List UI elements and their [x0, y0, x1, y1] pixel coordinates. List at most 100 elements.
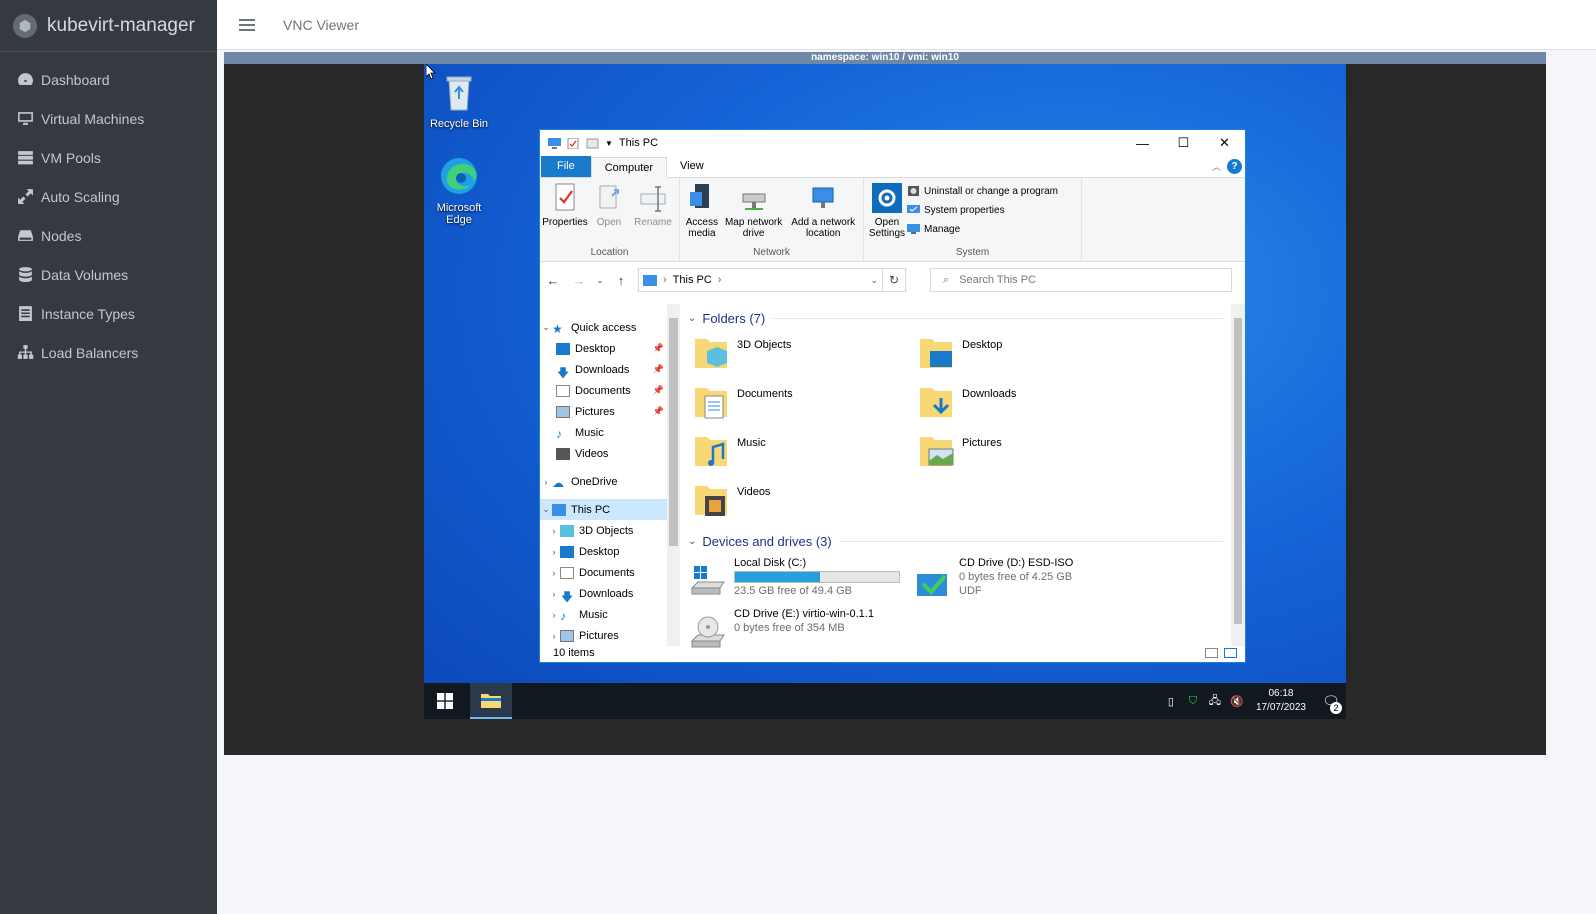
- new-folder-qat-icon[interactable]: [586, 138, 599, 149]
- sidebar-item-data-volumes[interactable]: Data Volumes: [0, 255, 217, 294]
- usb-icon[interactable]: ▯: [1164, 694, 1178, 708]
- sidebar-item-dashboard[interactable]: Dashboard: [0, 60, 217, 99]
- volume-muted-icon[interactable]: 🔇: [1230, 694, 1244, 708]
- main-pane-scrollbar[interactable]: [1231, 304, 1245, 646]
- collapsed-chevron-icon[interactable]: ›: [548, 631, 560, 641]
- nav-pc-desktop[interactable]: › Desktop: [540, 541, 680, 562]
- nav-onedrive[interactable]: › ☁ OneDrive: [540, 471, 680, 492]
- minimize-button[interactable]: —: [1122, 130, 1163, 156]
- collapsed-chevron-icon[interactable]: ›: [548, 610, 560, 620]
- folder-music[interactable]: Music: [688, 431, 913, 473]
- sidebar-item-vm-pools[interactable]: VM Pools: [0, 138, 217, 177]
- windows-desktop[interactable]: Recycle Bin Microsoft Edge ▼ This PC — ☐…: [424, 64, 1346, 719]
- collapsed-chevron-icon[interactable]: ›: [548, 568, 560, 578]
- brand[interactable]: kubevirt-manager: [0, 0, 217, 52]
- network-icon[interactable]: 🖧: [1208, 694, 1222, 708]
- properties-qat-icon[interactable]: [567, 137, 580, 149]
- manage-button[interactable]: Manage: [907, 222, 1058, 236]
- explorer-titlebar[interactable]: ▼ This PC — ☐ ✕: [540, 130, 1245, 156]
- vnc-viewer[interactable]: namespace: win10 / vmi: win10 Recycle Bi…: [224, 52, 1546, 755]
- forward-arrow-icon[interactable]: →: [570, 273, 588, 288]
- close-button[interactable]: ✕: [1204, 130, 1245, 156]
- desktop-folder-icon: [560, 545, 574, 558]
- nav-quick-videos[interactable]: Videos: [540, 443, 680, 464]
- tab-computer[interactable]: Computer: [590, 157, 668, 178]
- start-button[interactable]: [424, 683, 466, 719]
- sidebar-item-instance-types[interactable]: Instance Types: [0, 294, 217, 333]
- section-chevron-icon[interactable]: ⌄: [688, 536, 696, 547]
- taskbar-file-explorer[interactable]: [470, 683, 512, 719]
- recycle-bin-desktop-icon[interactable]: Recycle Bin: [424, 72, 494, 130]
- help-icon[interactable]: ?: [1227, 159, 1242, 174]
- maximize-button[interactable]: ☐: [1163, 130, 1204, 156]
- nav-quick-access[interactable]: ⌄ ★ Quick access: [540, 317, 680, 338]
- windows-logo-icon: [437, 693, 453, 709]
- expanded-chevron-icon[interactable]: ⌄: [540, 504, 552, 515]
- folders-section-header[interactable]: ⌄ Folders (7): [688, 307, 1245, 329]
- nav-quick-desktop[interactable]: Desktop 📌: [540, 338, 680, 359]
- nav-pane-scrollbar[interactable]: [667, 304, 680, 646]
- collapsed-chevron-icon[interactable]: ›: [548, 526, 560, 536]
- nav-this-pc[interactable]: ⌄ This PC: [540, 499, 680, 520]
- up-arrow-icon[interactable]: ↑: [612, 273, 630, 288]
- sidebar: kubevirt-manager Dashboard Virtual Machi…: [0, 0, 217, 914]
- sidebar-item-load-balancers[interactable]: Load Balancers: [0, 333, 217, 372]
- desktop-icon-label: Recycle Bin: [429, 118, 489, 130]
- downloads-folder-icon: [920, 388, 952, 417]
- expanded-chevron-icon[interactable]: ⌄: [540, 322, 552, 333]
- sidebar-item-label: Nodes: [41, 227, 82, 244]
- nav-pc-downloads[interactable]: › 🡇 Downloads: [540, 583, 680, 604]
- sidebar-item-auto-scaling[interactable]: Auto Scaling: [0, 177, 217, 216]
- vnc-status-bar: namespace: win10 / vmi: win10: [224, 52, 1546, 64]
- nav-quick-pictures[interactable]: Pictures 📌: [540, 401, 680, 422]
- nav-quick-documents[interactable]: Documents 📌: [540, 380, 680, 401]
- collapsed-chevron-icon[interactable]: ›: [548, 589, 560, 599]
- taskbar-clock[interactable]: 06:18 17/07/2023: [1256, 687, 1306, 715]
- nav-pc-documents[interactable]: › Documents: [540, 562, 680, 583]
- nav-pc-3d-objects[interactable]: › 3D Objects: [540, 520, 680, 541]
- tab-view[interactable]: View: [667, 156, 717, 177]
- collapsed-chevron-icon[interactable]: ›: [548, 547, 560, 557]
- ribbon-tabs: File Computer View ︿ ?: [540, 156, 1245, 178]
- address-dropdown-icon[interactable]: ⌄: [870, 275, 878, 286]
- nav-pc-music[interactable]: › ♪ Music: [540, 604, 680, 625]
- recent-locations-icon[interactable]: ⌄: [596, 276, 604, 285]
- search-input[interactable]: ⌕ Search This PC: [930, 268, 1232, 292]
- folder-documents[interactable]: Documents: [688, 382, 913, 424]
- main-pane[interactable]: ⌄ Folders (7) 3D Objects Desktop Documen…: [680, 304, 1245, 648]
- nav-quick-downloads[interactable]: 🡇 Downloads 📌: [540, 359, 680, 380]
- address-field[interactable]: › This PC › ⌄: [638, 268, 883, 292]
- folder-3d-objects[interactable]: 3D Objects: [688, 333, 913, 375]
- drive-d[interactable]: CD Drive (D:) ESD-ISO 0 bytes free of 4.…: [913, 556, 1138, 604]
- folder-videos[interactable]: Videos: [688, 480, 913, 522]
- large-icons-view-icon[interactable]: [1224, 647, 1237, 658]
- manage-icon: [907, 224, 920, 234]
- refresh-button[interactable]: ↻: [882, 268, 906, 292]
- navigation-pane[interactable]: ⌄ ★ Quick access Desktop 📌 🡇 Downloads 📌 Docu…: [540, 304, 680, 646]
- notifications-button[interactable]: 🗨 2: [1316, 693, 1346, 714]
- details-view-icon[interactable]: [1205, 647, 1218, 658]
- uninstall-program-button[interactable]: Uninstall or change a program: [907, 184, 1058, 198]
- file-explorer-window[interactable]: ▼ This PC — ☐ ✕ File Computer View ︿ ? P…: [539, 129, 1246, 663]
- sidebar-item-nodes[interactable]: Nodes: [0, 216, 217, 255]
- sidebar-item-virtual-machines[interactable]: Virtual Machines: [0, 99, 217, 138]
- back-arrow-icon[interactable]: ←: [544, 273, 562, 288]
- qat-dropdown-icon[interactable]: ▼: [605, 139, 613, 148]
- edge-desktop-icon[interactable]: Microsoft Edge: [424, 156, 494, 226]
- section-chevron-icon[interactable]: ⌄: [688, 313, 696, 324]
- page-title: VNC Viewer: [283, 16, 359, 33]
- collapsed-chevron-icon[interactable]: ›: [540, 477, 552, 487]
- menu-toggle-icon[interactable]: [239, 16, 255, 34]
- drive-c[interactable]: Local Disk (C:) 23.5 GB free of 49.4 GB: [688, 556, 913, 604]
- security-shield-icon[interactable]: ⛉: [1186, 694, 1200, 708]
- collapse-ribbon-icon[interactable]: ︿: [1212, 160, 1221, 173]
- folder-pictures[interactable]: Pictures: [913, 431, 1138, 473]
- folder-desktop[interactable]: Desktop: [913, 333, 1138, 375]
- system-properties-button[interactable]: System properties: [907, 203, 1058, 217]
- nav-quick-music[interactable]: ♪ Music: [540, 422, 680, 443]
- windows-taskbar: ▯ ⛉ 🖧 🔇 06:18 17/07/2023 🗨 2: [424, 683, 1346, 719]
- folder-downloads[interactable]: Downloads: [913, 382, 1138, 424]
- drives-section-header[interactable]: ⌄ Devices and drives (3): [688, 530, 1245, 552]
- ribbon-group-label: System: [955, 247, 990, 258]
- tab-file[interactable]: File: [541, 156, 591, 177]
